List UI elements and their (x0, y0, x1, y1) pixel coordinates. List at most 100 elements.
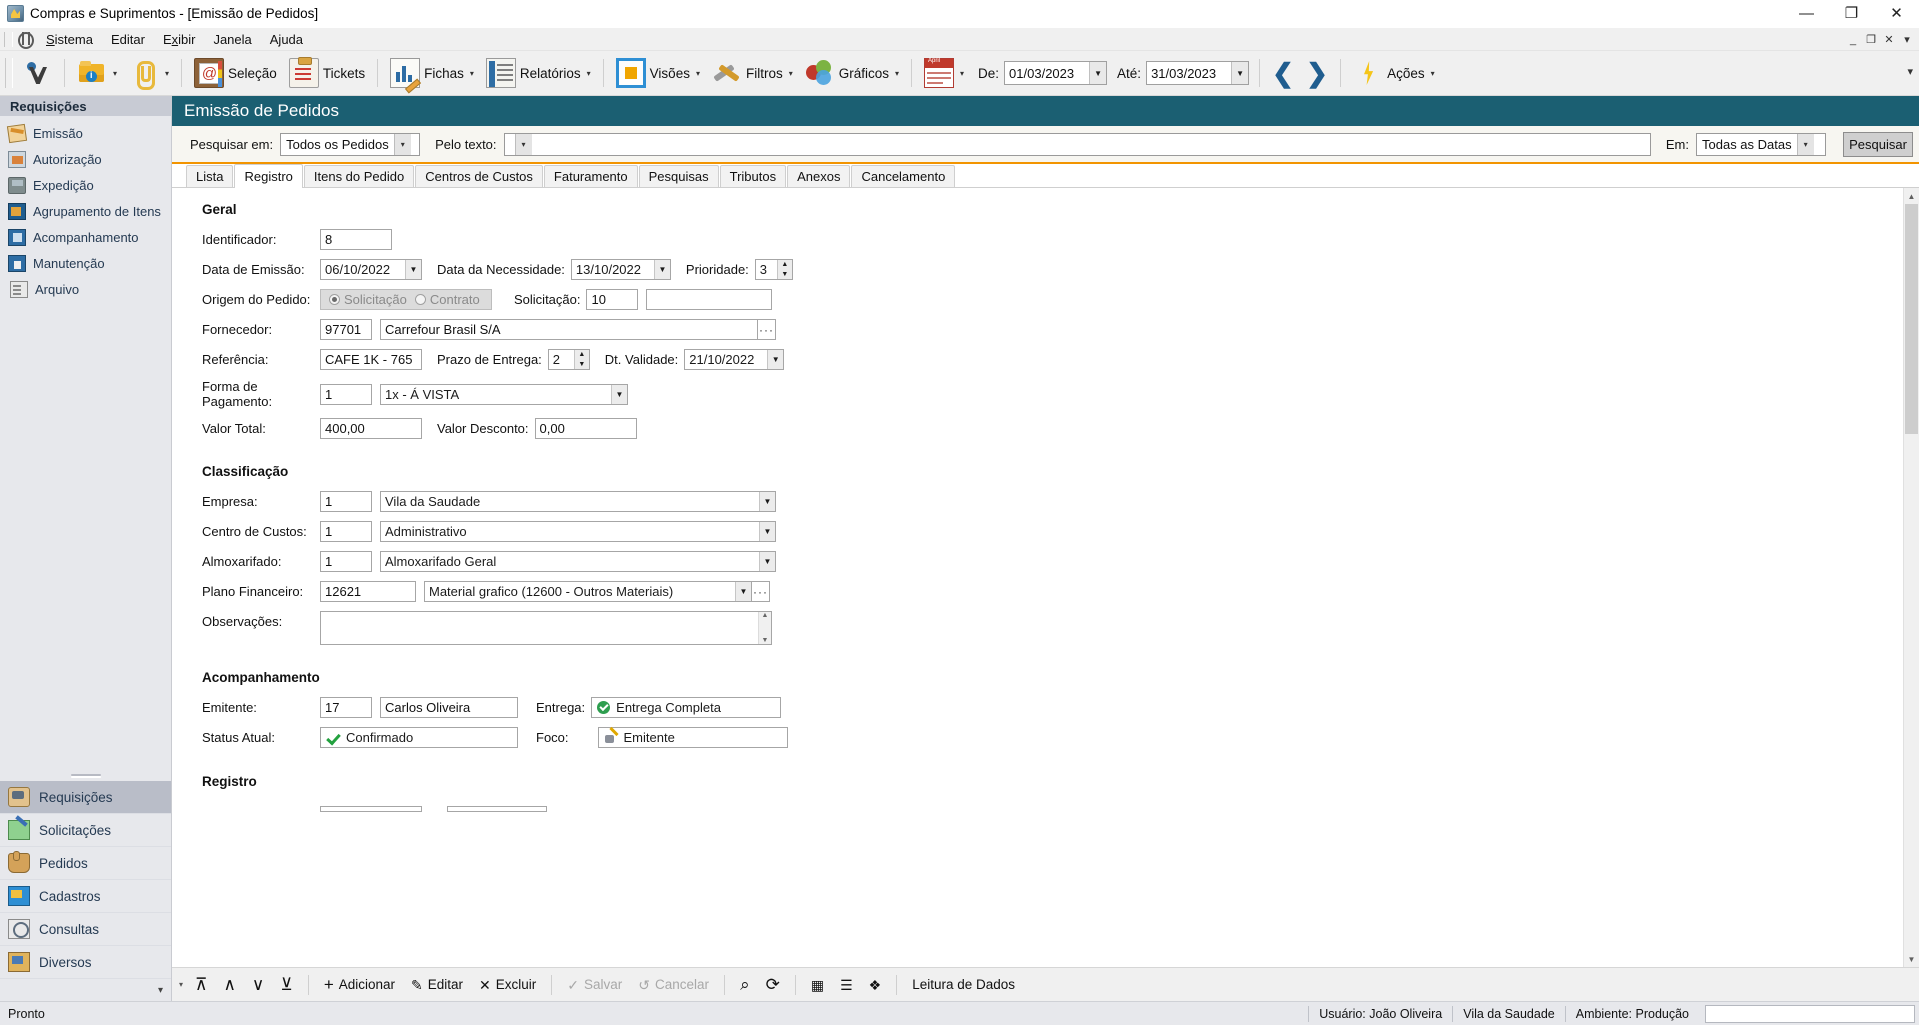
data-necessidade-field[interactable]: 13/10/2022 ▼ (570, 259, 671, 280)
graficos-caret-icon[interactable]: ▾ (895, 69, 899, 78)
tab-itens-do-pedido[interactable]: Itens do Pedido (303, 165, 415, 187)
menu-item-exibir[interactable]: Exibir (154, 30, 205, 49)
date-from-dropdown-icon[interactable]: ▼ (1089, 62, 1107, 84)
maximize-button[interactable]: ❐ (1829, 0, 1874, 28)
dt-validade-field[interactable]: 21/10/2022 ▼ (684, 349, 785, 370)
chevron-down-icon[interactable]: ▾ (514, 133, 532, 155)
sidebar-splitter[interactable] (0, 769, 171, 781)
calendar-caret-icon[interactable]: ▾ (960, 69, 964, 78)
forma-pagamento-code-input[interactable]: 1 (320, 383, 372, 405)
toolbar-selecao-button[interactable]: Seleção (188, 55, 283, 91)
sidebar-overflow-icon[interactable]: ▾ (0, 979, 171, 1001)
date-to-input[interactable] (1147, 62, 1232, 84)
last-record-button[interactable]: ⊻ (273, 972, 299, 998)
menu-item-ajuda[interactable]: Ajuda (261, 30, 312, 49)
sidebar-module-consultas[interactable]: Consultas (0, 913, 171, 946)
filtros-caret-icon[interactable]: ▾ (789, 69, 793, 78)
foco-field[interactable]: Emitente (597, 727, 788, 748)
relatorios-caret-icon[interactable]: ▾ (587, 69, 591, 78)
toolbar-tickets-button[interactable]: Tickets (283, 55, 371, 91)
minimize-button[interactable]: — (1784, 0, 1829, 28)
data-emissao-field[interactable]: 06/10/2022 ▼ (320, 259, 422, 280)
forma-pagamento-select[interactable]: 1x - Á VISTA ▼ (380, 383, 628, 405)
referencia-input[interactable]: CAFE 1K - 765 (320, 349, 422, 370)
menu-item-editar[interactable]: Editar (102, 30, 154, 49)
toolbar-relatorios-button[interactable]: Relatórios ▾ (480, 55, 597, 91)
fornecedor-name-input[interactable]: Carrefour Brasil S/A (380, 319, 758, 340)
status-atual-field[interactable]: Confirmado (320, 727, 518, 748)
sidebar-item-agrupamento-de-itens[interactable]: Agrupamento de Itens (0, 198, 171, 224)
almoxarifado-code-input[interactable]: 1 (320, 551, 372, 572)
tab-faturamento[interactable]: Faturamento (543, 165, 638, 187)
chevron-down-icon[interactable]: ▼ (611, 384, 627, 404)
solicitacao-code-input[interactable]: 10 (586, 289, 639, 310)
sidebar-module-requisicoes[interactable]: Requisições (0, 781, 171, 814)
sidebar-module-solicitacoes[interactable]: Solicitações (0, 814, 171, 847)
fichas-caret-icon[interactable]: ▾ (470, 69, 474, 78)
previous-record-button[interactable]: ∧ (216, 972, 242, 998)
chevron-down-icon[interactable]: ▼ (735, 582, 751, 601)
layers-view-button[interactable]: ❖ (862, 972, 889, 998)
date-to-dropdown-icon[interactable]: ▼ (1231, 62, 1249, 84)
toolbar-filtros-button[interactable]: Filtros ▾ (706, 55, 799, 91)
grid-view-button[interactable]: ▦ (804, 972, 831, 998)
almoxarifado-select[interactable]: Almoxarifado Geral ▼ (380, 551, 776, 572)
empresa-select[interactable]: Vila da Saudade ▼ (380, 491, 776, 512)
menu-item-janela[interactable]: Janela (204, 30, 260, 49)
registro-alterado-field[interactable] (446, 805, 547, 812)
search-in-select[interactable]: Todos os Pedidos ▾ (280, 132, 421, 156)
chevron-down-icon[interactable]: ▼ (759, 552, 775, 571)
date-from-input[interactable] (1005, 62, 1090, 84)
delete-button[interactable]: ✕ Excluir (472, 972, 543, 998)
sidebar-item-manutencao[interactable]: Manutenção (0, 250, 171, 276)
plano-financeiro-code-input[interactable]: 12621 (320, 581, 416, 602)
next-record-button[interactable]: ❯ (1300, 56, 1334, 90)
tab-tributos[interactable]: Tributos (719, 165, 787, 187)
list-view-button[interactable]: ☰ (833, 972, 860, 998)
by-text-input[interactable]: ▾ (503, 132, 1651, 156)
next-record-button[interactable]: ∨ (245, 972, 271, 998)
date-to-field[interactable]: ▼ (1146, 61, 1250, 85)
fornecedor-code-input[interactable]: 97701 (320, 319, 372, 340)
toolbar-fichas-button[interactable]: Fichas ▾ (384, 55, 480, 94)
prioridade-field[interactable]: 3 ▲ ▼ (754, 259, 793, 280)
origem-radio-group[interactable]: Solicitação Contrato (320, 289, 492, 310)
prazo-entrega-stepper[interactable]: ▲ ▼ (573, 350, 589, 369)
scroll-down-icon[interactable]: ▼ (762, 637, 769, 644)
valor-desconto-input[interactable]: 0,00 (534, 418, 637, 439)
first-record-button[interactable]: ⊼ (188, 972, 214, 998)
solicitacao-desc-input[interactable] (646, 289, 773, 310)
sidebar-module-pedidos[interactable]: Pedidos (0, 847, 171, 880)
toolbar-grip[interactable] (5, 58, 13, 88)
menu-item-sistema[interactable]: Sistema (37, 30, 102, 49)
toolbar-attachment-button[interactable]: ▾ (123, 55, 175, 91)
date-from-field[interactable]: ▼ (1004, 61, 1108, 85)
centro-custos-code-input[interactable]: 1 (320, 521, 372, 542)
mdi-restore-button[interactable]: ❐ (1863, 31, 1879, 49)
menubar-overflow-icon[interactable]: ▾ (1899, 31, 1915, 49)
toolbar-calendar-button[interactable]: ▾ (918, 55, 970, 91)
observacoes-textarea[interactable]: ▲ ▼ (320, 611, 772, 645)
info-folder-caret-icon[interactable]: ▾ (113, 69, 117, 78)
chevron-down-icon[interactable]: ▾ (393, 133, 411, 155)
empresa-code-input[interactable]: 1 (320, 491, 372, 512)
tab-lista[interactable]: Lista (186, 165, 234, 187)
tab-anexos[interactable]: Anexos (787, 165, 851, 187)
toolbar-overflow-icon[interactable]: ▾ (1907, 65, 1913, 78)
toolbar-acoes-button[interactable]: Ações ▾ (1347, 55, 1441, 91)
system-menu-icon[interactable] (16, 31, 34, 49)
tab-cancelamento[interactable]: Cancelamento (851, 165, 956, 187)
scroll-thumb[interactable] (1905, 204, 1918, 434)
add-button[interactable]: + Adicionar (317, 972, 402, 998)
prazo-entrega-field[interactable]: 2 ▲ ▼ (547, 349, 590, 370)
tab-pesquisas[interactable]: Pesquisas (638, 165, 719, 187)
edit-button[interactable]: ✎ Editar (404, 972, 470, 998)
pesquisar-button[interactable]: Pesquisar (1843, 131, 1913, 157)
tab-centros-de-custos[interactable]: Centros de Custos (415, 165, 543, 187)
visoes-caret-icon[interactable]: ▾ (696, 69, 700, 78)
scroll-up-button[interactable]: ▲ (1904, 188, 1919, 204)
menu-grip[interactable] (4, 31, 13, 47)
form-vertical-scrollbar[interactable]: ▲ ▼ (1903, 188, 1919, 967)
scroll-up-icon[interactable]: ▲ (762, 612, 769, 619)
plano-financeiro-select[interactable]: Material grafico (12600 - Outros Materia… (424, 581, 752, 602)
